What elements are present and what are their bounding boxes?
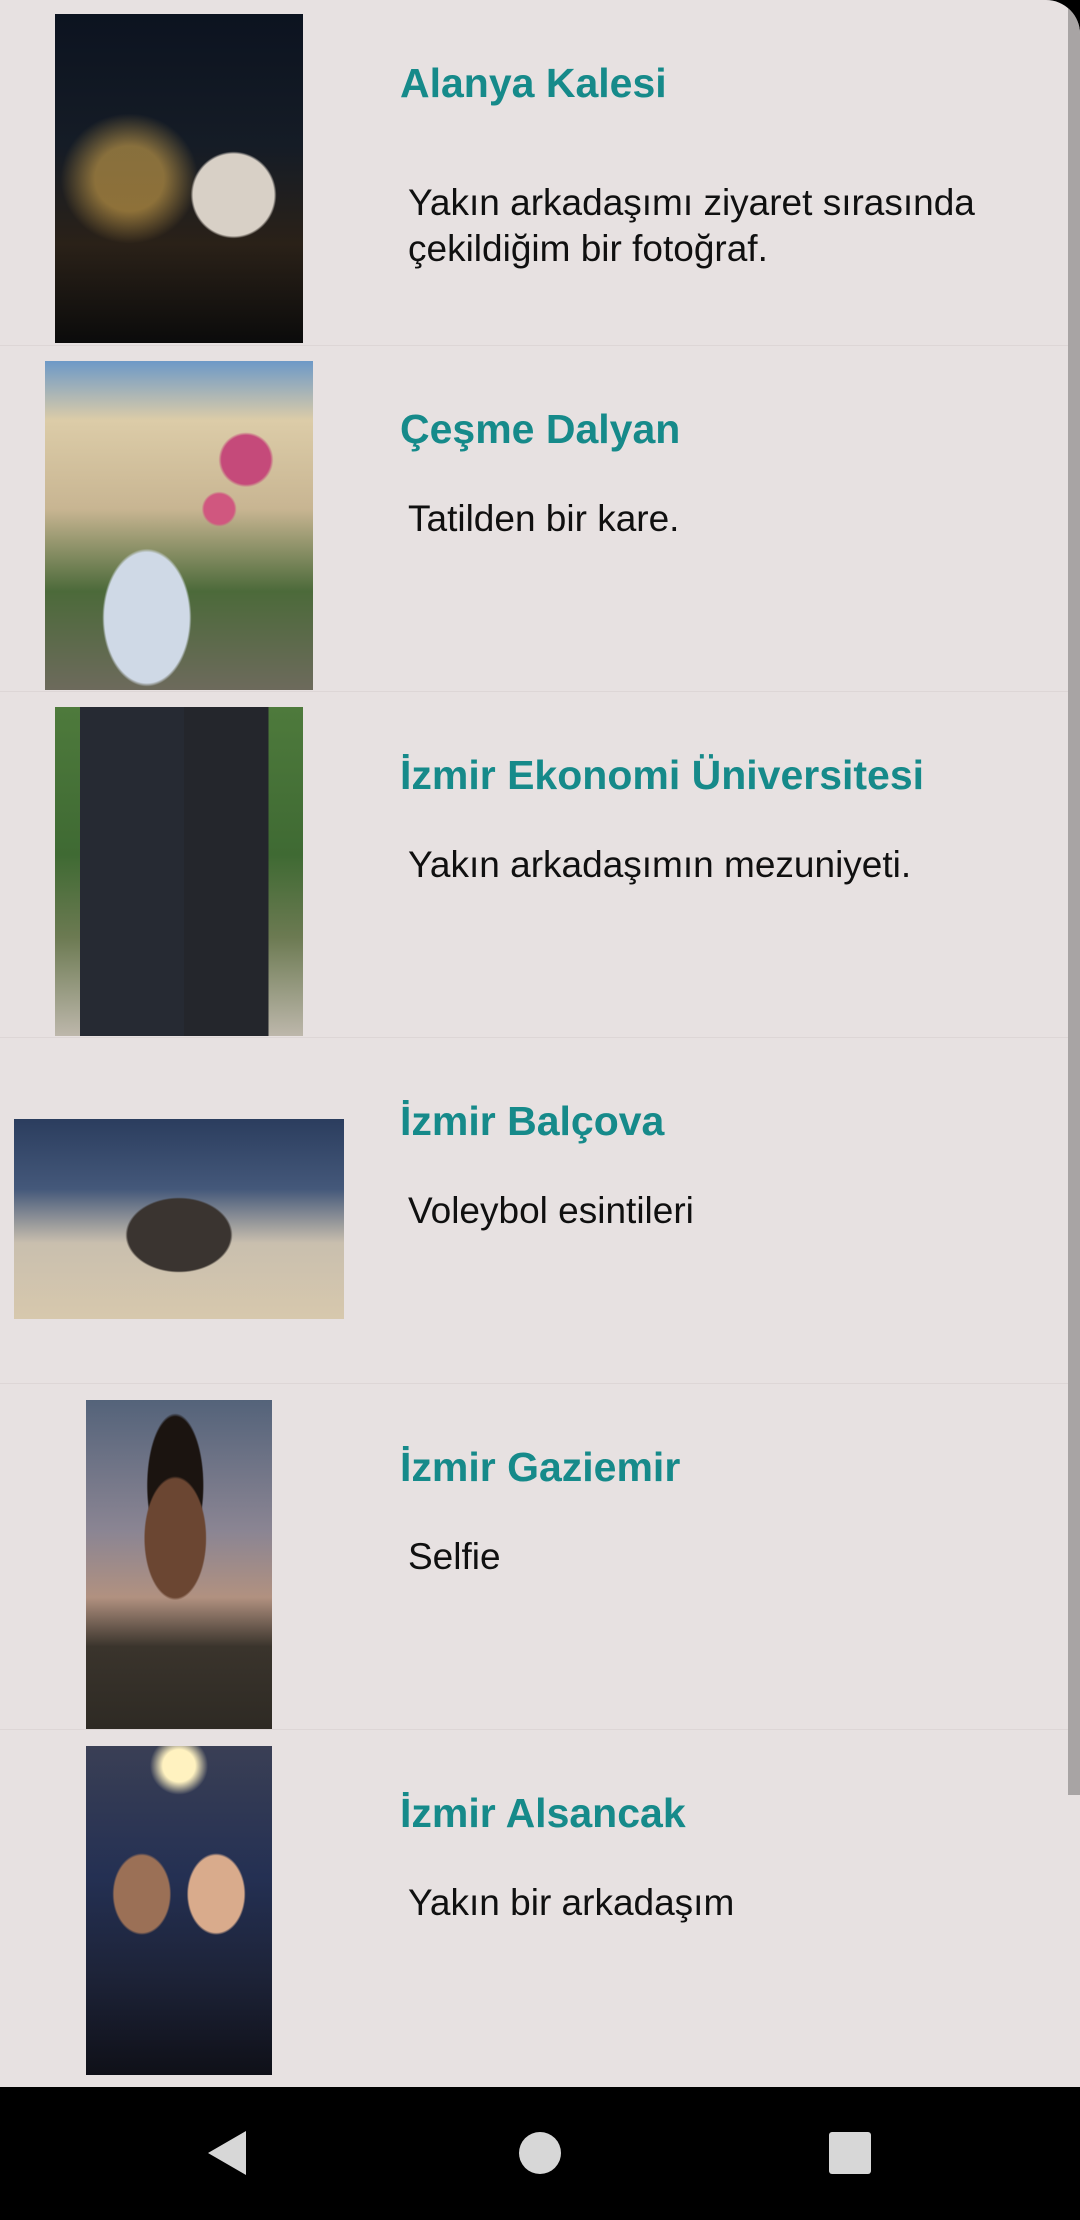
list-item[interactable]: İzmir Ekonomi Üniversitesi Yakın arkadaş… xyxy=(0,692,1068,1038)
night-castle-photo xyxy=(55,14,303,343)
back-button[interactable] xyxy=(186,2113,266,2193)
item-thumbnail xyxy=(0,692,357,1038)
recents-icon xyxy=(829,2132,871,2174)
list-item[interactable]: Alanya Kalesi Yakın arkadaşımı ziyaret s… xyxy=(0,0,1068,346)
item-description: Yakın arkadaşımı ziyaret sırasında çekil… xyxy=(408,182,975,269)
list-item[interactable]: İzmir Gaziemir Selfie xyxy=(0,1384,1068,1730)
item-title: İzmir Gaziemir xyxy=(400,1444,681,1490)
recents-button[interactable] xyxy=(810,2113,890,2193)
item-description: Voleybol esintileri xyxy=(408,1190,694,1231)
home-button[interactable] xyxy=(500,2113,580,2193)
friends-selfie-photo xyxy=(86,1746,272,2075)
app-screen: Alanya Kalesi Yakın arkadaşımı ziyaret s… xyxy=(0,0,1080,2087)
item-title: İzmir Alsancak xyxy=(400,1790,686,1836)
item-description: Yakın bir arkadaşım xyxy=(408,1882,735,1923)
volleyball-group-photo xyxy=(14,1119,344,1319)
item-thumbnail xyxy=(0,1384,357,1730)
home-icon xyxy=(519,2132,561,2174)
system-navigation-bar xyxy=(0,2087,1080,2220)
item-thumbnail xyxy=(0,1730,357,2076)
scrollbar[interactable] xyxy=(1068,0,1080,1795)
item-thumbnail xyxy=(0,1038,357,1384)
list-item[interactable]: İzmir Balçova Voleybol esintileri xyxy=(0,1038,1068,1384)
item-title: Alanya Kalesi xyxy=(400,60,667,106)
item-description: Selfie xyxy=(408,1536,501,1577)
item-thumbnail xyxy=(0,0,357,346)
item-title: İzmir Ekonomi Üniversitesi xyxy=(400,752,925,798)
item-thumbnail xyxy=(0,346,357,692)
place-list[interactable]: Alanya Kalesi Yakın arkadaşımı ziyaret s… xyxy=(0,0,1068,2076)
graduation-photo xyxy=(55,707,303,1036)
list-item[interactable]: Çeşme Dalyan Tatilden bir kare. xyxy=(0,346,1068,692)
list-item[interactable]: İzmir Alsancak Yakın bir arkadaşım xyxy=(0,1730,1068,2076)
item-title: İzmir Balçova xyxy=(400,1098,665,1144)
item-description: Tatilden bir kare. xyxy=(408,498,680,539)
item-description: Yakın arkadaşımın mezuniyeti. xyxy=(408,844,912,885)
holiday-house-photo xyxy=(45,361,313,690)
item-title: Çeşme Dalyan xyxy=(400,406,681,452)
back-icon xyxy=(208,2131,246,2175)
selfie-photo xyxy=(86,1400,272,1729)
